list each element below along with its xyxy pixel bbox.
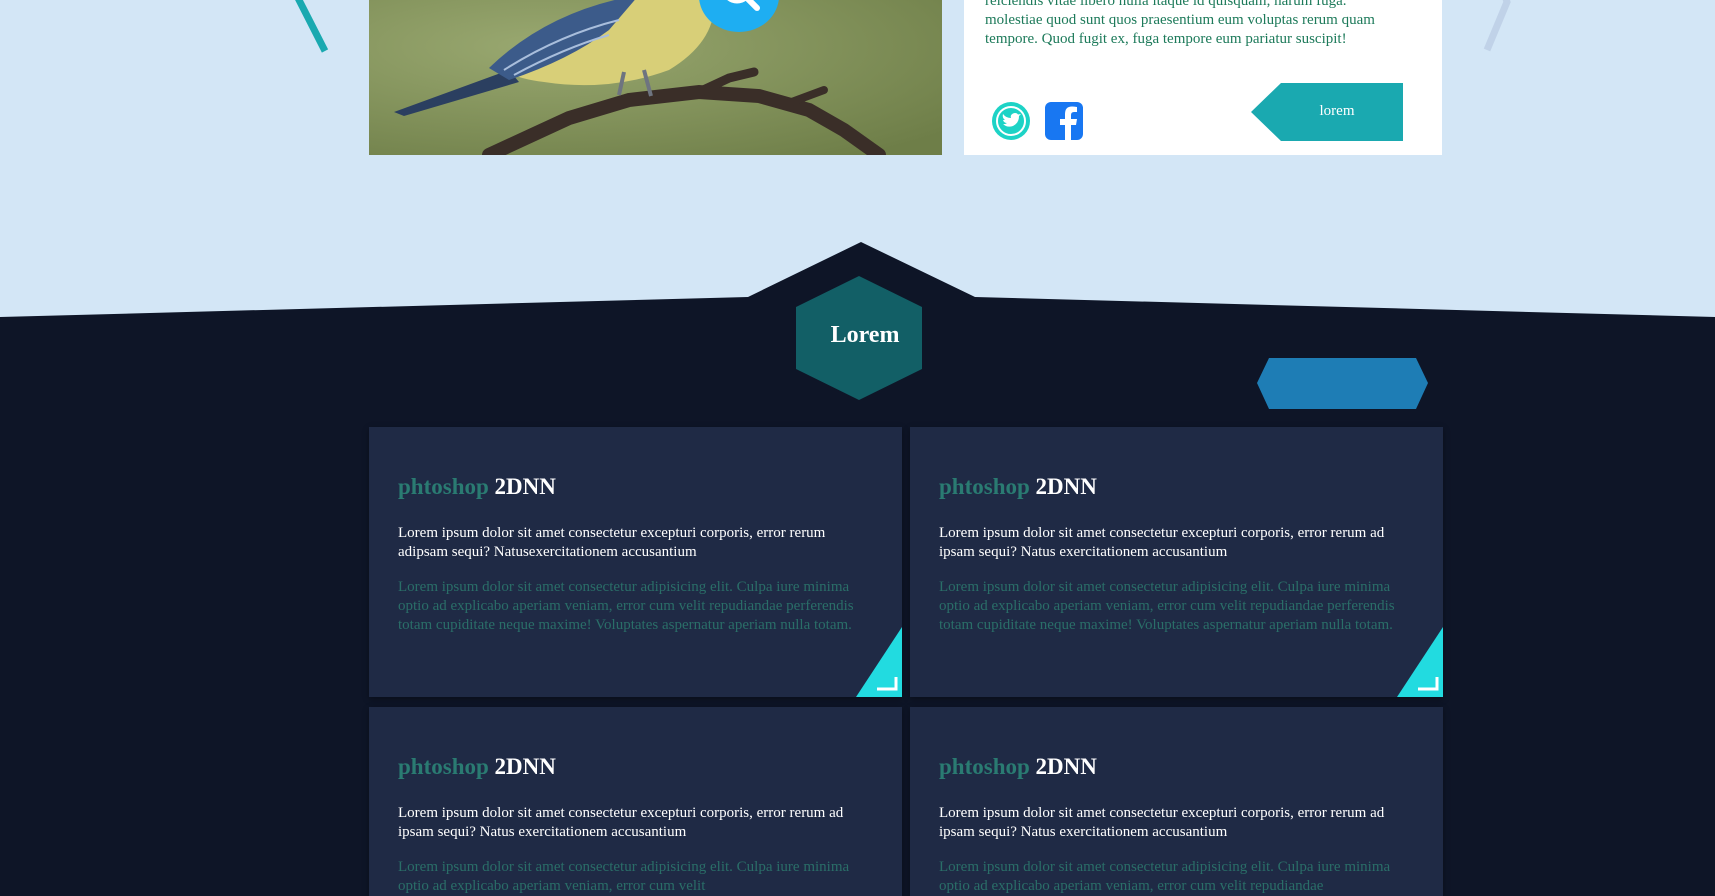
card-title: phtoshop 2DNN <box>398 754 556 780</box>
card-title-part-b: 2DNN <box>494 474 556 499</box>
card-lead: Lorem ipsum dolor sit amet consectetur e… <box>398 805 844 840</box>
twitter-icon[interactable] <box>991 101 1031 141</box>
card-title-part-b: 2DNN <box>494 754 556 779</box>
bird-photo <box>369 0 942 155</box>
card-title-part-a: phtoshop <box>939 754 1030 779</box>
section-title-hexagon: Lorem <box>796 276 922 400</box>
feature-card[interactable]: phtoshop 2DNN Lorem ipsum dolor sit amet… <box>910 427 1443 697</box>
slider-prev-arrow-icon[interactable] <box>290 0 350 60</box>
bird-illustration <box>369 0 942 155</box>
card-title-part-b: 2DNN <box>1035 754 1097 779</box>
card-description: Lorem ipsum dolor sit amet consectetur a… <box>398 859 850 894</box>
feature-card[interactable]: phtoshop 2DNN Lorem ipsum dolor sit amet… <box>369 427 902 697</box>
card-title-part-a: phtoshop <box>398 474 489 499</box>
card-lead: Lorem ipsum dolor sit amet consectetur e… <box>398 525 826 560</box>
card-title-part-a: phtoshop <box>939 474 1030 499</box>
lorem-tag-label: lorem <box>1319 103 1355 119</box>
card-title: phtoshop 2DNN <box>398 474 556 500</box>
card-corner-arrow-icon[interactable] <box>1397 627 1443 697</box>
card-title: phtoshop 2DNN <box>939 474 1097 500</box>
feature-card[interactable]: phtoshop 2DNN Lorem ipsum dolor sit amet… <box>369 707 902 896</box>
card-lead: Lorem ipsum dolor sit amet consectetur e… <box>939 525 1385 560</box>
section-action-button[interactable] <box>1257 358 1428 409</box>
feature-card[interactable]: phtoshop 2DNN Lorem ipsum dolor sit amet… <box>910 707 1443 896</box>
slider-next-arrow-icon[interactable] <box>1465 0 1525 60</box>
card-title-part-a: phtoshop <box>398 754 489 779</box>
article-card: reiciendis vitae libero nulla itaque id … <box>964 0 1442 155</box>
article-line: molestiae quod sunt quos praesentium eum… <box>985 12 1375 47</box>
card-description: Lorem ipsum dolor sit amet consectetur a… <box>939 859 1391 894</box>
article-body: reiciendis vitae libero nulla itaque id … <box>985 0 1425 49</box>
card-title: phtoshop 2DNN <box>939 754 1097 780</box>
lorem-tag-button[interactable]: lorem <box>1251 83 1403 141</box>
article-line: reiciendis vitae libero nulla itaque id … <box>985 0 1347 9</box>
card-corner-arrow-icon[interactable] <box>856 627 902 697</box>
card-lead: Lorem ipsum dolor sit amet consectetur e… <box>939 805 1385 840</box>
card-description: Lorem ipsum dolor sit amet consectetur a… <box>939 579 1395 633</box>
card-title-part-b: 2DNN <box>1035 474 1097 499</box>
facebook-icon[interactable] <box>1044 101 1084 141</box>
zoom-search-icon[interactable] <box>699 0 779 32</box>
section-title: Lorem <box>830 322 900 348</box>
card-description: Lorem ipsum dolor sit amet consectetur a… <box>398 579 854 633</box>
